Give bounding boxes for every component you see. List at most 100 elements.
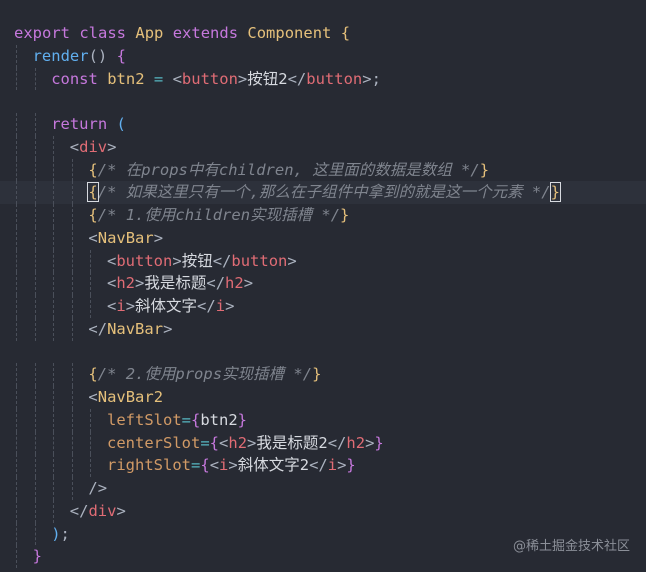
indent-guide [16, 408, 17, 432]
indent-guide [16, 204, 17, 227]
indent-guide [34, 272, 36, 295]
code-token: NavBar [97, 228, 154, 247]
code-token: button [116, 251, 173, 270]
indent-guide [16, 454, 17, 477]
code-token: > [116, 501, 126, 520]
code-token: i [219, 456, 229, 475]
code-token: /* 如果这里只有一个,那么在子组件中拿到的就是这一个元素 */ [97, 183, 551, 202]
code-content: render() { [14, 47, 126, 65]
code-content: centerSlot={<h2>我是标题2</h2>} [14, 434, 384, 452]
code-line[interactable]: <NavBar> [0, 226, 646, 250]
indent-guide [71, 295, 73, 318]
indent-guide [53, 226, 55, 250]
code-token: < [107, 251, 117, 270]
code-line[interactable]: <h2>我是标题</h2> [0, 272, 646, 295]
code-token: /* 2.使用props实现插槽 */ [97, 365, 313, 384]
code-line[interactable] [0, 90, 646, 113]
code-content: } [14, 547, 42, 565]
code-token: > [228, 456, 238, 475]
code-line[interactable]: <NavBar2 [0, 386, 646, 409]
indent-guide [16, 249, 17, 273]
indent-guide [16, 181, 17, 204]
code-token: > [243, 274, 254, 293]
indent-guide [34, 295, 36, 318]
code-line[interactable]: </div> [0, 499, 646, 523]
code-content: /> [14, 479, 107, 497]
code-token: 我是标题2 [256, 433, 328, 452]
code-line[interactable]: <div> [0, 135, 646, 159]
code-editor[interactable]: export class App extends Component { rend… [0, 0, 646, 572]
indent-guide [71, 363, 73, 386]
code-token: </ [212, 251, 232, 270]
code-token: = [200, 433, 210, 452]
code-token: centerSlot [107, 433, 201, 452]
code-content: <NavBar> [14, 229, 163, 247]
code-token: rightSlot [107, 456, 191, 475]
code-line[interactable]: rightSlot={<i>斜体文字2</i>} [0, 454, 646, 477]
code-line[interactable] [0, 341, 646, 364]
indent-guide [34, 499, 36, 523]
code-line[interactable]: const btn2 = <button>按钮2</button>; [0, 67, 646, 91]
code-token: { [116, 46, 126, 65]
indent-guide [34, 431, 36, 455]
indent-guide [71, 408, 73, 432]
code-line[interactable]: return ( [0, 113, 646, 136]
indent-guide [34, 135, 36, 159]
indent-guide [53, 204, 55, 227]
code-line[interactable]: <button>按钮</button> [0, 249, 646, 273]
code-line[interactable]: /> [0, 477, 646, 500]
code-token: < [107, 297, 117, 315]
code-content: {/* 如果这里只有一个,那么在子组件中拿到的就是这一个元素 */} [14, 182, 561, 203]
code-content: <h2>我是标题</h2> [14, 274, 253, 292]
code-token: ( [116, 115, 126, 133]
indent-guide [53, 158, 55, 182]
code-line[interactable]: leftSlot={btn2} [0, 408, 646, 432]
indent-guide [71, 477, 73, 500]
code-token: i [327, 456, 338, 475]
code-token: App [135, 24, 164, 42]
indent-guide [53, 272, 55, 295]
indent-guide [16, 295, 17, 318]
code-token: < [69, 137, 80, 156]
code-token: h2 [116, 274, 136, 293]
code-line[interactable]: {/* 在props中有children, 这里面的数据是数组 */} [0, 158, 646, 182]
indent-guide [34, 522, 36, 546]
code-line[interactable]: centerSlot={<h2>我是标题2</h2>} [0, 431, 646, 455]
indent-guide [53, 295, 55, 318]
code-token: 斜体文字 [135, 297, 198, 315]
indent-guide [16, 499, 17, 523]
code-token: > [153, 228, 164, 247]
code-content: leftSlot={btn2} [14, 411, 247, 429]
code-token: > [365, 433, 375, 452]
code-line[interactable]: {/* 2.使用props实现插槽 */} [0, 363, 646, 386]
code-line[interactable]: </NavBar> [0, 317, 646, 341]
code-content: <button>按钮</button> [14, 252, 297, 270]
code-token: i [116, 297, 126, 315]
indent-guide [16, 431, 17, 455]
code-line[interactable]: render() { [0, 44, 646, 68]
indent-guide [90, 295, 92, 318]
code-token: /> [88, 479, 108, 497]
indent-guide [90, 408, 92, 432]
indent-guide [34, 158, 36, 182]
code-line[interactable]: {/* 1.使用children实现插槽 */} [0, 204, 646, 227]
indent-guide [16, 67, 17, 91]
code-token: </ [197, 297, 216, 315]
indent-guide [34, 249, 36, 273]
code-line[interactable]: <i>斜体文字</i> [0, 295, 646, 318]
indent-guide [34, 454, 36, 477]
code-token: ; [60, 524, 70, 543]
indent-guide [34, 113, 36, 136]
code-line[interactable]: {/* 如果这里只有一个,那么在子组件中拿到的就是这一个元素 */} [0, 181, 646, 204]
indent-guide [34, 317, 36, 341]
code-token: div [79, 137, 108, 156]
indent-guide [34, 226, 36, 250]
code-token: { [87, 182, 99, 203]
code-line[interactable]: export class App extends Component { [0, 22, 646, 45]
indent-guide [53, 499, 55, 523]
